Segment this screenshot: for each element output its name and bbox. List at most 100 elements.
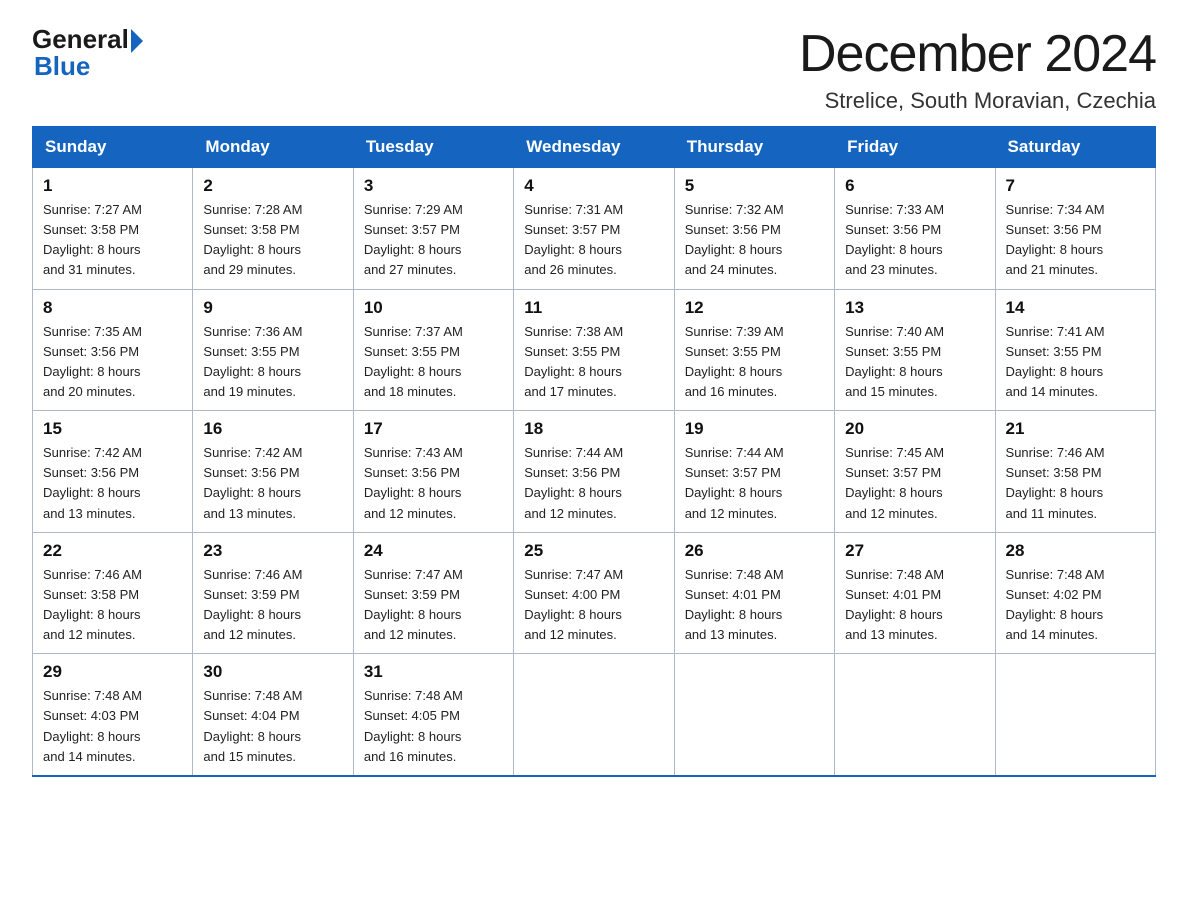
week-row-2: 8Sunrise: 7:35 AM Sunset: 3:56 PM Daylig… bbox=[33, 289, 1156, 411]
calendar-cell: 22Sunrise: 7:46 AM Sunset: 3:58 PM Dayli… bbox=[33, 532, 193, 654]
day-info: Sunrise: 7:44 AM Sunset: 3:56 PM Dayligh… bbox=[524, 443, 663, 524]
day-number: 18 bbox=[524, 419, 663, 439]
day-number: 21 bbox=[1006, 419, 1145, 439]
calendar-cell: 6 Sunrise: 7:33 AM Sunset: 3:56 PM Daylig… bbox=[835, 168, 995, 290]
day-number: 15 bbox=[43, 419, 182, 439]
week-row-4: 22Sunrise: 7:46 AM Sunset: 3:58 PM Dayli… bbox=[33, 532, 1156, 654]
calendar-cell: 17Sunrise: 7:43 AM Sunset: 3:56 PM Dayli… bbox=[353, 411, 513, 533]
calendar-body: 1 Sunrise: 7:27 AM Sunset: 3:58 PM Daylig… bbox=[33, 168, 1156, 776]
day-info: Sunrise: 7:36 AM Sunset: 3:55 PM Dayligh… bbox=[203, 322, 342, 403]
logo-arrow-icon bbox=[131, 29, 143, 53]
day-number: 22 bbox=[43, 541, 182, 561]
calendar-cell: 20 Sunrise: 7:45 AM Sunset: 3:57 PM Dayli… bbox=[835, 411, 995, 533]
calendar-cell: 14 Sunrise: 7:41 AM Sunset: 3:55 PM Dayli… bbox=[995, 289, 1155, 411]
day-info: Sunrise: 7:48 AM Sunset: 4:02 PM Dayligh… bbox=[1006, 565, 1145, 646]
calendar-cell: 31 Sunrise: 7:48 AM Sunset: 4:05 PM Dayli… bbox=[353, 654, 513, 776]
calendar-cell: 4 Sunrise: 7:31 AM Sunset: 3:57 PM Daylig… bbox=[514, 168, 674, 290]
calendar-cell: 25Sunrise: 7:47 AM Sunset: 4:00 PM Dayli… bbox=[514, 532, 674, 654]
calendar-cell: 23 Sunrise: 7:46 AM Sunset: 3:59 PM Dayli… bbox=[193, 532, 353, 654]
day-number: 14 bbox=[1006, 298, 1145, 318]
calendar-cell: 11 Sunrise: 7:38 AM Sunset: 3:55 PM Dayli… bbox=[514, 289, 674, 411]
calendar-cell: 8Sunrise: 7:35 AM Sunset: 3:56 PM Daylig… bbox=[33, 289, 193, 411]
day-number: 1 bbox=[43, 176, 182, 196]
day-number: 19 bbox=[685, 419, 824, 439]
calendar-title: December 2024 bbox=[799, 24, 1156, 84]
day-number: 2 bbox=[203, 176, 342, 196]
logo: General Blue bbox=[32, 24, 143, 82]
day-number: 28 bbox=[1006, 541, 1145, 561]
calendar-table: SundayMondayTuesdayWednesdayThursdayFrid… bbox=[32, 126, 1156, 777]
calendar-cell: 1 Sunrise: 7:27 AM Sunset: 3:58 PM Daylig… bbox=[33, 168, 193, 290]
calendar-cell: 12 Sunrise: 7:39 AM Sunset: 3:55 PM Dayli… bbox=[674, 289, 834, 411]
day-number: 23 bbox=[203, 541, 342, 561]
day-number: 31 bbox=[364, 662, 503, 682]
day-number: 24 bbox=[364, 541, 503, 561]
day-number: 20 bbox=[845, 419, 984, 439]
calendar-cell: 7 Sunrise: 7:34 AM Sunset: 3:56 PM Daylig… bbox=[995, 168, 1155, 290]
day-info: Sunrise: 7:42 AM Sunset: 3:56 PM Dayligh… bbox=[203, 443, 342, 524]
day-number: 10 bbox=[364, 298, 503, 318]
week-row-5: 29 Sunrise: 7:48 AM Sunset: 4:03 PM Dayli… bbox=[33, 654, 1156, 776]
calendar-cell: 10Sunrise: 7:37 AM Sunset: 3:55 PM Dayli… bbox=[353, 289, 513, 411]
calendar-cell: 18 Sunrise: 7:44 AM Sunset: 3:56 PM Dayli… bbox=[514, 411, 674, 533]
calendar-cell: 13 Sunrise: 7:40 AM Sunset: 3:55 PM Dayli… bbox=[835, 289, 995, 411]
day-info: Sunrise: 7:45 AM Sunset: 3:57 PM Dayligh… bbox=[845, 443, 984, 524]
calendar-cell bbox=[514, 654, 674, 776]
day-number: 9 bbox=[203, 298, 342, 318]
calendar-cell bbox=[995, 654, 1155, 776]
calendar-cell: 16 Sunrise: 7:42 AM Sunset: 3:56 PM Dayli… bbox=[193, 411, 353, 533]
day-info: Sunrise: 7:48 AM Sunset: 4:05 PM Dayligh… bbox=[364, 686, 503, 767]
title-block: December 2024 Strelice, South Moravian, … bbox=[799, 24, 1156, 114]
day-info: Sunrise: 7:27 AM Sunset: 3:58 PM Dayligh… bbox=[43, 200, 182, 281]
header-cell-monday: Monday bbox=[193, 127, 353, 168]
day-number: 17 bbox=[364, 419, 503, 439]
day-info: Sunrise: 7:44 AM Sunset: 3:57 PM Dayligh… bbox=[685, 443, 824, 524]
day-number: 7 bbox=[1006, 176, 1145, 196]
calendar-cell: 9 Sunrise: 7:36 AM Sunset: 3:55 PM Daylig… bbox=[193, 289, 353, 411]
calendar-cell: 26Sunrise: 7:48 AM Sunset: 4:01 PM Dayli… bbox=[674, 532, 834, 654]
day-number: 12 bbox=[685, 298, 824, 318]
calendar-cell: 27Sunrise: 7:48 AM Sunset: 4:01 PM Dayli… bbox=[835, 532, 995, 654]
calendar-subtitle: Strelice, South Moravian, Czechia bbox=[799, 88, 1156, 114]
day-info: Sunrise: 7:40 AM Sunset: 3:55 PM Dayligh… bbox=[845, 322, 984, 403]
day-info: Sunrise: 7:48 AM Sunset: 4:01 PM Dayligh… bbox=[685, 565, 824, 646]
header-cell-thursday: Thursday bbox=[674, 127, 834, 168]
page-header: General Blue December 2024 Strelice, Sou… bbox=[32, 24, 1156, 114]
day-info: Sunrise: 7:48 AM Sunset: 4:04 PM Dayligh… bbox=[203, 686, 342, 767]
day-info: Sunrise: 7:48 AM Sunset: 4:03 PM Dayligh… bbox=[43, 686, 182, 767]
day-number: 4 bbox=[524, 176, 663, 196]
day-info: Sunrise: 7:46 AM Sunset: 3:58 PM Dayligh… bbox=[1006, 443, 1145, 524]
day-info: Sunrise: 7:35 AM Sunset: 3:56 PM Dayligh… bbox=[43, 322, 182, 403]
day-number: 6 bbox=[845, 176, 984, 196]
calendar-header: SundayMondayTuesdayWednesdayThursdayFrid… bbox=[33, 127, 1156, 168]
day-info: Sunrise: 7:31 AM Sunset: 3:57 PM Dayligh… bbox=[524, 200, 663, 281]
day-info: Sunrise: 7:48 AM Sunset: 4:01 PM Dayligh… bbox=[845, 565, 984, 646]
calendar-cell: 5 Sunrise: 7:32 AM Sunset: 3:56 PM Daylig… bbox=[674, 168, 834, 290]
day-info: Sunrise: 7:29 AM Sunset: 3:57 PM Dayligh… bbox=[364, 200, 503, 281]
day-info: Sunrise: 7:32 AM Sunset: 3:56 PM Dayligh… bbox=[685, 200, 824, 281]
day-info: Sunrise: 7:33 AM Sunset: 3:56 PM Dayligh… bbox=[845, 200, 984, 281]
header-cell-tuesday: Tuesday bbox=[353, 127, 513, 168]
header-row: SundayMondayTuesdayWednesdayThursdayFrid… bbox=[33, 127, 1156, 168]
day-number: 30 bbox=[203, 662, 342, 682]
day-number: 5 bbox=[685, 176, 824, 196]
calendar-cell: 2 Sunrise: 7:28 AM Sunset: 3:58 PM Daylig… bbox=[193, 168, 353, 290]
header-cell-sunday: Sunday bbox=[33, 127, 193, 168]
day-number: 13 bbox=[845, 298, 984, 318]
week-row-1: 1 Sunrise: 7:27 AM Sunset: 3:58 PM Daylig… bbox=[33, 168, 1156, 290]
header-cell-saturday: Saturday bbox=[995, 127, 1155, 168]
day-number: 11 bbox=[524, 298, 663, 318]
day-info: Sunrise: 7:41 AM Sunset: 3:55 PM Dayligh… bbox=[1006, 322, 1145, 403]
day-info: Sunrise: 7:28 AM Sunset: 3:58 PM Dayligh… bbox=[203, 200, 342, 281]
day-info: Sunrise: 7:42 AM Sunset: 3:56 PM Dayligh… bbox=[43, 443, 182, 524]
day-info: Sunrise: 7:47 AM Sunset: 3:59 PM Dayligh… bbox=[364, 565, 503, 646]
day-info: Sunrise: 7:46 AM Sunset: 3:59 PM Dayligh… bbox=[203, 565, 342, 646]
day-info: Sunrise: 7:34 AM Sunset: 3:56 PM Dayligh… bbox=[1006, 200, 1145, 281]
day-number: 29 bbox=[43, 662, 182, 682]
calendar-cell: 29 Sunrise: 7:48 AM Sunset: 4:03 PM Dayli… bbox=[33, 654, 193, 776]
day-info: Sunrise: 7:39 AM Sunset: 3:55 PM Dayligh… bbox=[685, 322, 824, 403]
day-number: 25 bbox=[524, 541, 663, 561]
day-info: Sunrise: 7:38 AM Sunset: 3:55 PM Dayligh… bbox=[524, 322, 663, 403]
day-number: 16 bbox=[203, 419, 342, 439]
header-cell-wednesday: Wednesday bbox=[514, 127, 674, 168]
